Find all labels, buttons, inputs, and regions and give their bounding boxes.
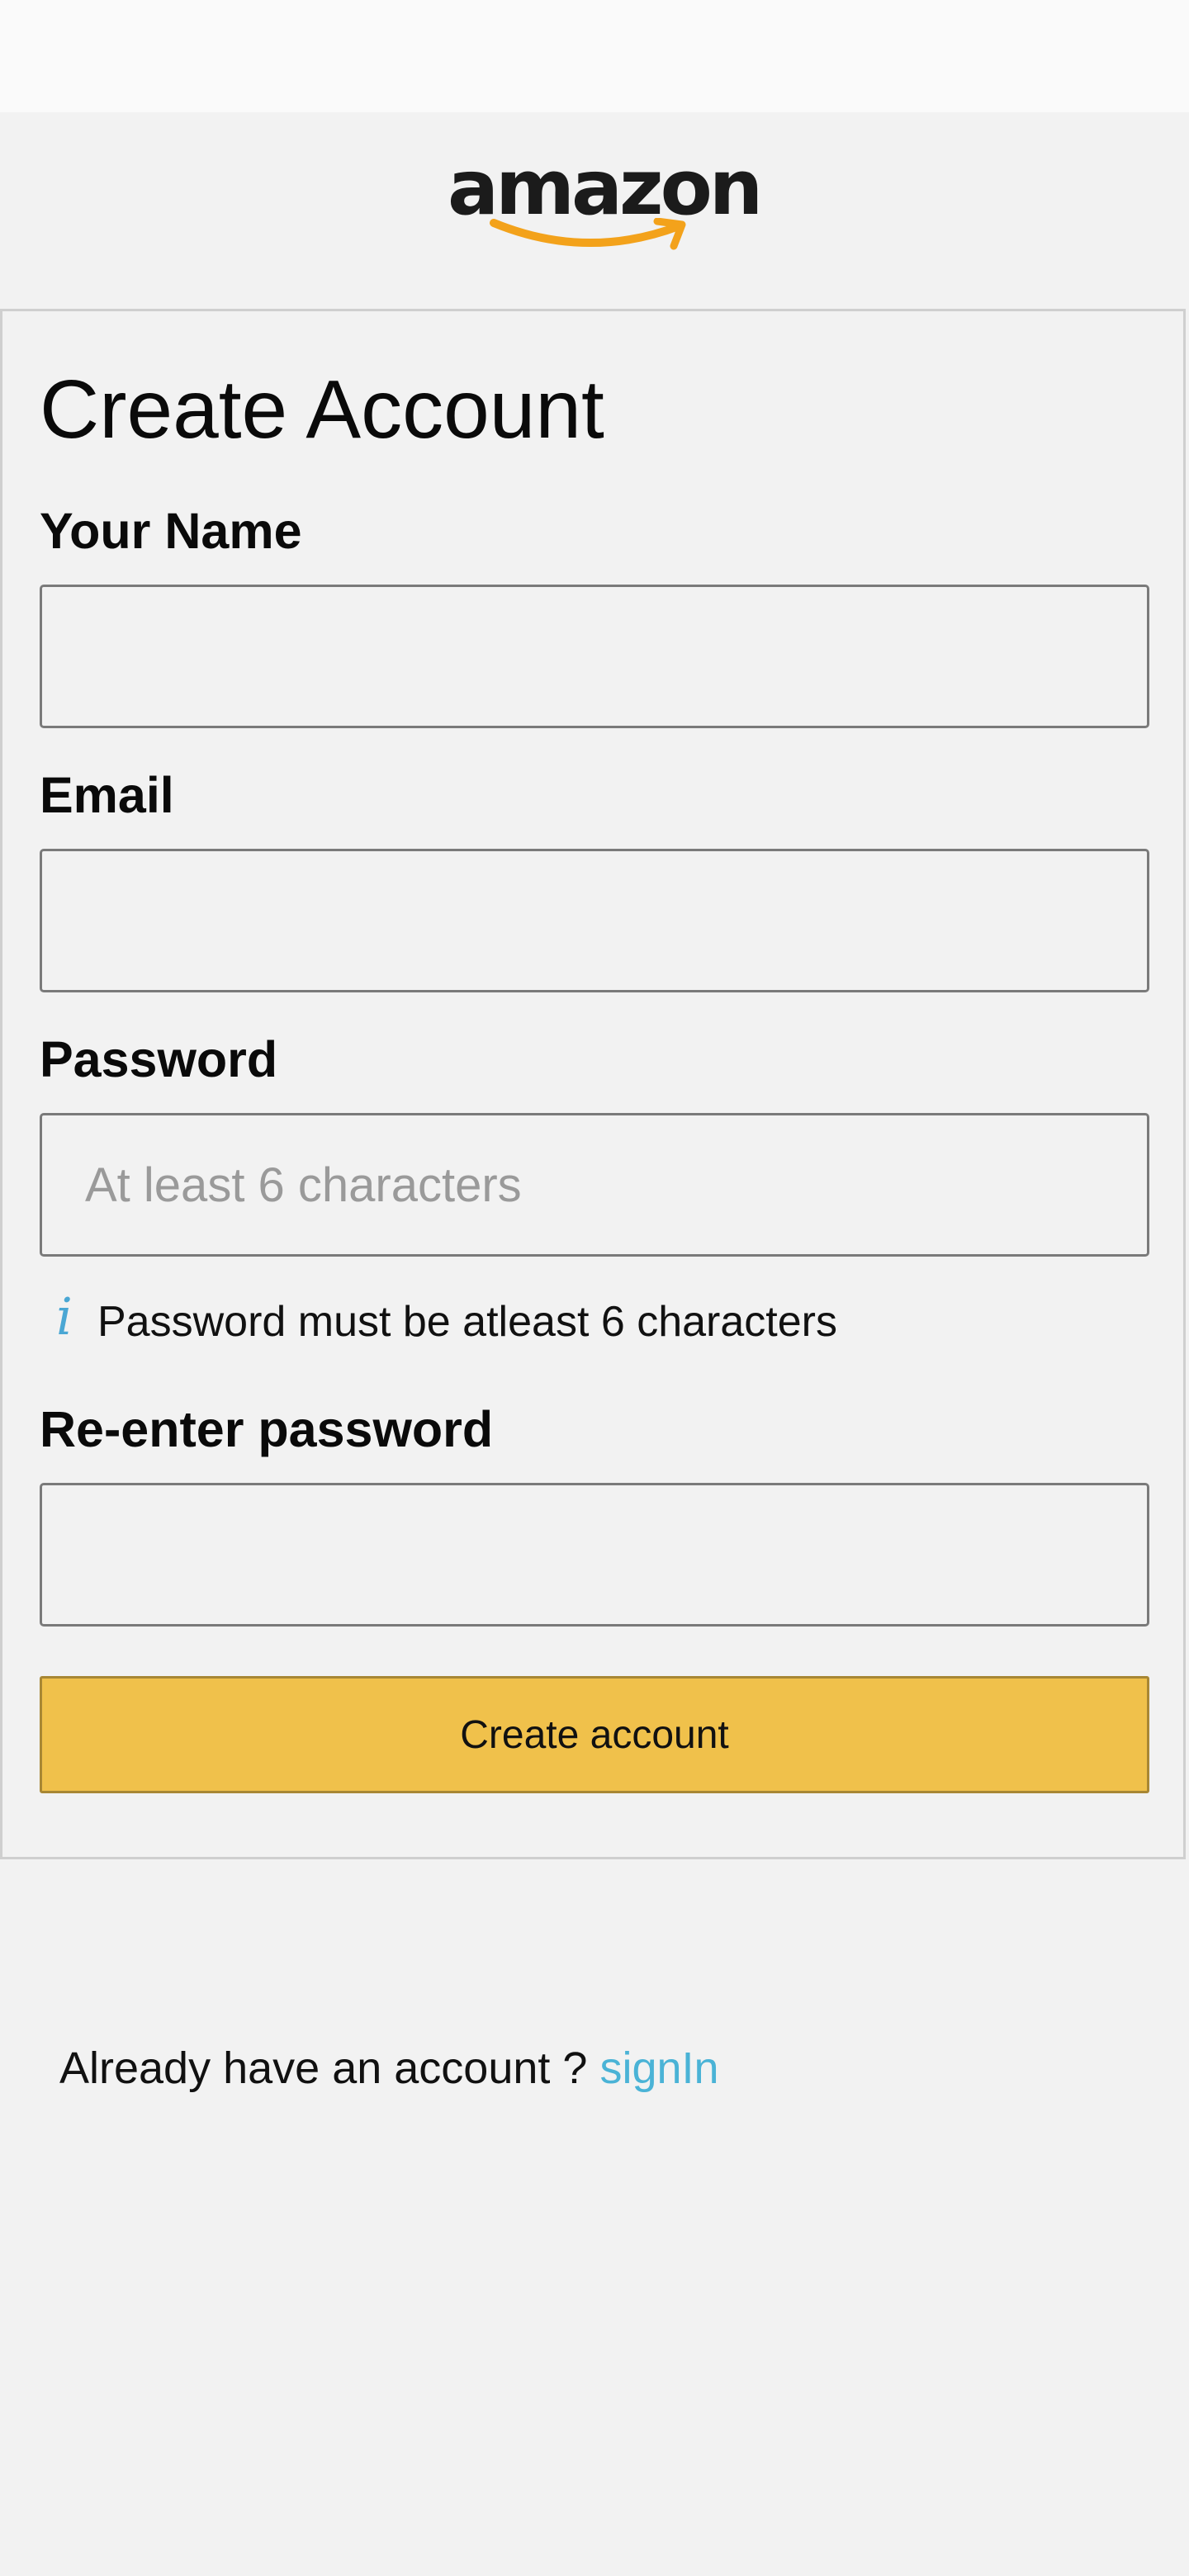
reenter-password-label: Re-enter password xyxy=(40,1401,494,1457)
amazon-logo: amazon xyxy=(448,150,763,258)
password-field[interactable] xyxy=(40,1113,1149,1257)
password-hint: Password must be atleast 6 characters xyxy=(97,1298,837,1346)
name-field[interactable] xyxy=(40,585,1149,728)
create-account-button[interactable]: Create account xyxy=(40,1676,1149,1793)
email-field[interactable] xyxy=(40,849,1149,992)
status-bar xyxy=(0,0,1189,112)
logo-text: amazon xyxy=(448,144,763,232)
email-label: Email xyxy=(40,767,174,823)
signin-prompt-text: Already have an account ? xyxy=(59,2043,588,2093)
signin-prompt: Already have an account ? signIn xyxy=(59,2039,719,2097)
amazon-smile-arrow-icon xyxy=(490,218,686,250)
info-icon: i xyxy=(56,1286,73,1347)
password-label: Password xyxy=(40,1031,278,1087)
page-title: Create Account xyxy=(40,363,604,456)
reenter-password-field[interactable] xyxy=(40,1483,1149,1627)
signin-link[interactable]: signIn xyxy=(599,2043,718,2093)
name-label: Your Name xyxy=(40,503,302,559)
